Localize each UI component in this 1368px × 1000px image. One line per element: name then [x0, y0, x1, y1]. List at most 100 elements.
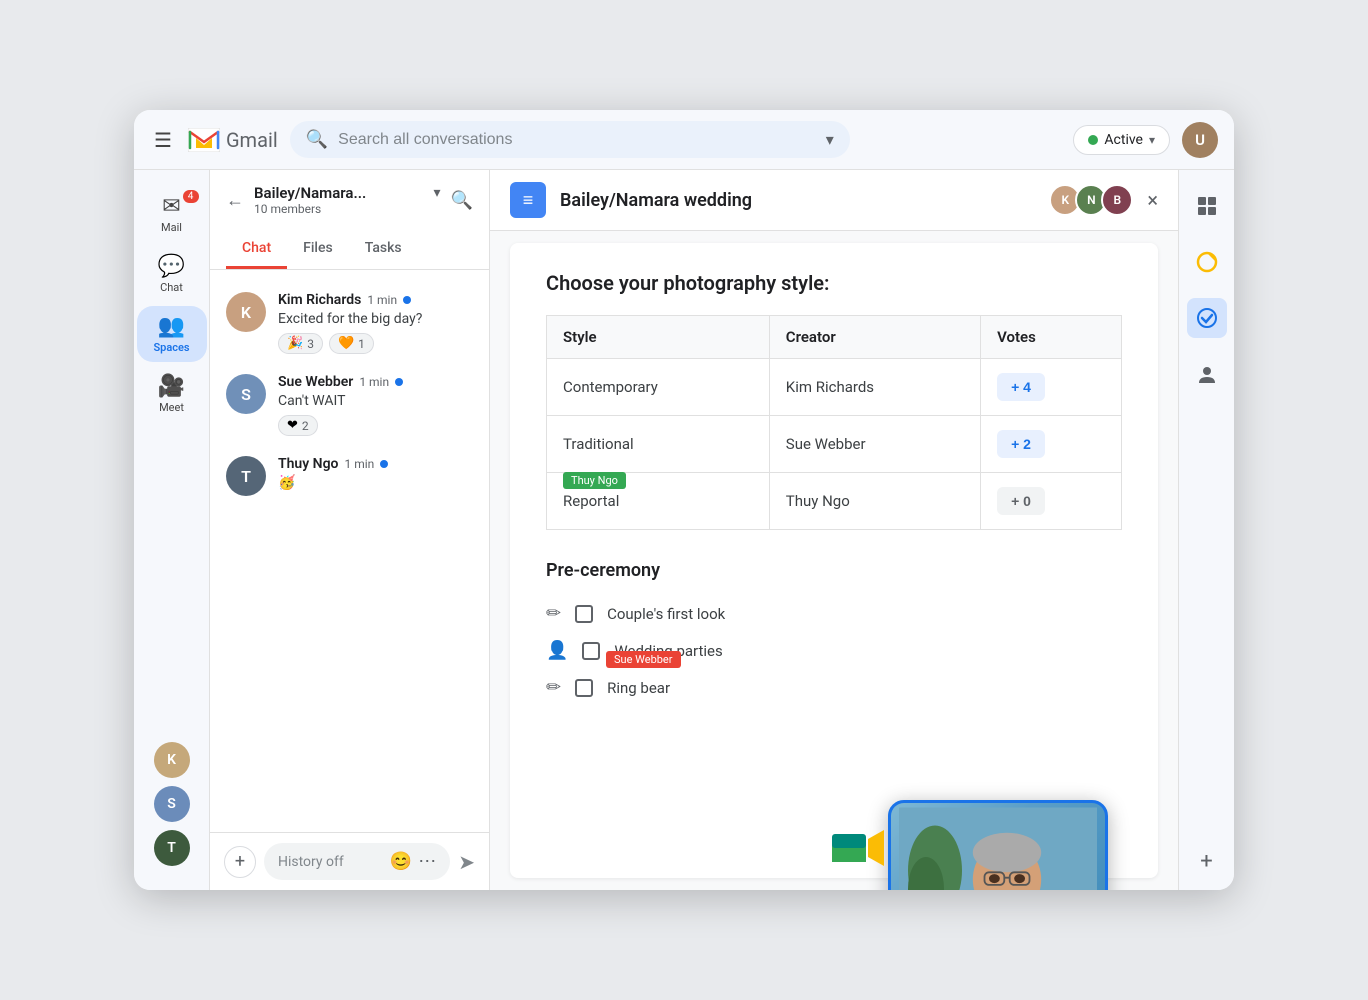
gmail-m-icon	[188, 128, 220, 152]
checkbox-3[interactable]	[575, 679, 593, 697]
sidebar-item-chat-label: Chat	[160, 281, 183, 294]
msg-header-1: Kim Richards 1 min	[278, 292, 473, 308]
nav-avatar-3[interactable]: T	[154, 830, 190, 866]
sidebar-item-meet[interactable]: 🎥 Meet	[137, 366, 207, 422]
chat-input-placeholder: History off	[278, 854, 390, 870]
votes-reportal: + 0	[981, 473, 1122, 530]
video-content: 🎙	[891, 803, 1105, 890]
right-icon-check[interactable]	[1187, 298, 1227, 338]
chat-input-area: + History off 😊 ⋯ ➤	[210, 832, 489, 890]
online-indicator-1	[403, 296, 411, 304]
checkbox-2[interactable]	[582, 642, 600, 660]
reaction-red-heart[interactable]: ❤ 2	[278, 415, 318, 436]
hamburger-icon[interactable]: ☰	[150, 124, 176, 156]
reaction-red-heart-count: 2	[302, 419, 309, 433]
chat-input[interactable]: History off 😊 ⋯	[264, 843, 450, 880]
mail-icon: ✉	[162, 194, 180, 219]
input-actions: 😊 ⋯	[390, 851, 436, 872]
search-input[interactable]	[338, 131, 812, 149]
sidebar-item-mail-label: Mail	[161, 221, 182, 234]
space-members-count: 10 members	[254, 202, 441, 216]
tab-chat[interactable]: Chat	[226, 230, 287, 269]
nav-avatar-1[interactable]: K	[154, 742, 190, 778]
app-window: ☰ Gmail 🔍 ▾ Active ▾ U	[134, 110, 1234, 890]
msg-reactions-1: 🎉 3 🧡 1	[278, 333, 473, 354]
msg-name-kim: Kim Richards	[278, 292, 361, 308]
votes-traditional: + 2	[981, 416, 1122, 473]
avatar-sue: S	[226, 374, 266, 414]
spaces-icon: 👥	[158, 314, 185, 339]
msg-text-1: Excited for the big day?	[278, 311, 473, 327]
left-nav: ✉ Mail 4 💬 Chat 👥 Spaces 🎥 Meet K S T	[134, 170, 210, 890]
reaction-heart-emoji: 🧡	[338, 336, 354, 351]
send-button[interactable]: ➤	[458, 850, 475, 874]
user-avatar[interactable]: U	[1182, 122, 1218, 158]
space-dropdown-icon[interactable]: ▾	[434, 185, 441, 201]
close-icon[interactable]: ×	[1147, 188, 1158, 212]
nav-bottom-avatars: K S T	[154, 742, 190, 874]
style-reportal: Reportal Thuy Ngo	[547, 473, 770, 530]
msg-time-3: 1 min	[344, 457, 374, 471]
space-name: Bailey/Namara...	[254, 184, 430, 202]
task-icon-3: ✏	[546, 677, 561, 698]
more-icon[interactable]: ⋯	[418, 851, 436, 872]
checkbox-1[interactable]	[575, 605, 593, 623]
active-label: Active	[1104, 132, 1143, 148]
gmail-logo: Gmail	[188, 128, 278, 152]
tasks-icon	[1196, 251, 1218, 273]
creator-kim: Kim Richards	[769, 359, 980, 416]
right-sidebar-add-button[interactable]: +	[1200, 849, 1212, 874]
msg-time-2: 1 min	[359, 375, 389, 389]
chat-message-2[interactable]: S Sue Webber 1 min Can't WAIT ❤ 2	[210, 364, 489, 446]
reaction-heart[interactable]: 🧡 1	[329, 333, 374, 354]
gmail-text: Gmail	[226, 128, 278, 152]
col-style: Style	[547, 316, 770, 359]
right-icon-grid[interactable]	[1187, 186, 1227, 226]
search-bar[interactable]: 🔍 ▾	[290, 121, 850, 158]
right-icon-person[interactable]	[1187, 354, 1227, 394]
reaction-party-count: 3	[307, 337, 314, 351]
active-status-badge[interactable]: Active ▾	[1073, 125, 1170, 155]
msg-header-2: Sue Webber 1 min	[278, 374, 473, 390]
sidebar-item-spaces[interactable]: 👥 Spaces	[137, 306, 207, 362]
checklist-title: Pre-ceremony	[546, 560, 1122, 581]
search-icon: 🔍	[306, 129, 328, 150]
poll-row-1: Contemporary Kim Richards + 4	[547, 359, 1122, 416]
nav-avatar-2[interactable]: S	[154, 786, 190, 822]
back-icon[interactable]: ←	[226, 190, 244, 211]
chat-message-3[interactable]: T Thuy Ngo 1 min 🥳	[210, 446, 489, 506]
input-add-button[interactable]: +	[224, 846, 256, 878]
emoji-icon[interactable]: 😊	[390, 851, 412, 872]
msg-content-3: Thuy Ngo 1 min 🥳	[278, 456, 473, 491]
space-avatars: K N B	[1049, 184, 1133, 216]
msg-text-2: Can't WAIT	[278, 393, 473, 409]
chat-sidebar-header: ← Bailey/Namara... ▾ 10 members 🔍	[210, 170, 489, 230]
vote-btn-traditional[interactable]: + 2	[997, 430, 1045, 458]
votes-contemporary: + 4	[981, 359, 1122, 416]
vote-btn-reportal[interactable]: + 0	[997, 487, 1045, 515]
col-creator: Creator	[769, 316, 980, 359]
main-body: ✉ Mail 4 💬 Chat 👥 Spaces 🎥 Meet K S T	[134, 170, 1234, 890]
tab-tasks[interactable]: Tasks	[349, 230, 418, 269]
style-contemporary: Contemporary	[547, 359, 770, 416]
space-avatar-3: B	[1101, 184, 1133, 216]
reaction-party[interactable]: 🎉 3	[278, 333, 323, 354]
vote-btn-contemporary[interactable]: + 4	[997, 373, 1045, 401]
tab-files[interactable]: Files	[287, 230, 349, 269]
chat-tabs: Chat Files Tasks	[210, 230, 489, 270]
style-traditional: Traditional	[547, 416, 770, 473]
meet-fab[interactable]	[828, 820, 888, 880]
sidebar-item-chat[interactable]: 💬 Chat	[137, 246, 207, 302]
sidebar-item-mail[interactable]: ✉ Mail 4	[137, 186, 207, 242]
msg-content-2: Sue Webber 1 min Can't WAIT ❤ 2	[278, 374, 473, 436]
chat-sidebar: ← Bailey/Namara... ▾ 10 members 🔍 Chat F…	[210, 170, 490, 890]
space-header: ≡ Bailey/Namara wedding K N B ×	[490, 170, 1178, 231]
video-pip[interactable]: 🎙	[888, 800, 1108, 890]
chat-message-1[interactable]: K Kim Richards 1 min Excited for the big…	[210, 282, 489, 364]
search-chat-icon[interactable]: 🔍	[451, 190, 473, 211]
chat-messages: K Kim Richards 1 min Excited for the big…	[210, 270, 489, 832]
poll-row-3: Reportal Thuy Ngo Thuy Ngo + 0	[547, 473, 1122, 530]
search-dropdown-icon[interactable]: ▾	[826, 130, 834, 149]
right-icon-tasks[interactable]	[1187, 242, 1227, 282]
avatar-icon-2: 👤	[546, 640, 568, 661]
